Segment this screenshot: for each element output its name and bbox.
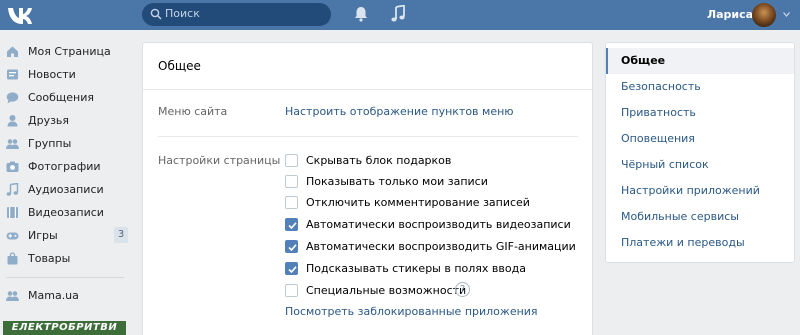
- home-icon: [7, 46, 18, 57]
- avatar[interactable]: [752, 3, 776, 27]
- menu-settings-label: Меню сайта: [158, 105, 228, 118]
- check-icon: [288, 222, 297, 230]
- settings-panel: Общее Меню сайта Настроить отображение п…: [142, 42, 593, 335]
- settings-tab-general[interactable]: Общее: [606, 48, 794, 74]
- checkbox[interactable]: [285, 284, 298, 297]
- sidebar-item-label: Фотографии: [28, 160, 101, 173]
- gamepad-icon: [6, 232, 19, 240]
- page-title: Общее: [158, 59, 201, 73]
- sidebar-item-mama-ua[interactable]: Mama.ua: [0, 284, 130, 307]
- checkbox-label: Отключить комментирование записей: [306, 196, 530, 209]
- search-placeholder: Поиск: [165, 7, 200, 20]
- search-input[interactable]: Поиск: [142, 3, 331, 26]
- people-icon: [6, 291, 19, 301]
- sidebar-item-groups[interactable]: Группы: [0, 132, 130, 155]
- sidebar-item-friends[interactable]: Друзья: [0, 109, 130, 132]
- search-icon: [150, 8, 162, 20]
- checkbox-label: Специальные возможности: [306, 284, 467, 297]
- check-icon: [288, 266, 297, 274]
- friends-icon: [7, 115, 18, 127]
- checkbox-label: Скрывать блок подарков: [306, 154, 452, 167]
- checkbox-label: Автоматически воспроизводить GIF-анимаци…: [306, 240, 576, 253]
- checkbox[interactable]: [285, 154, 298, 167]
- video-icon: [7, 207, 18, 218]
- settings-tab-app-settings[interactable]: Настройки приложений: [606, 178, 794, 204]
- sidebar-item-label: Видеозаписи: [28, 206, 104, 219]
- settings-tab-privacy[interactable]: Приватность: [606, 100, 794, 126]
- panel-header: Общее: [143, 43, 592, 90]
- camera-icon: [6, 161, 19, 172]
- promo-banner[interactable]: ЕЛЕКТРОБРИТВИ: [3, 321, 126, 335]
- sidebar-item-label: Аудиозаписи: [28, 183, 104, 196]
- checkbox-label: Показывать только мои записи: [306, 175, 488, 188]
- bag-icon: [7, 252, 18, 265]
- news-icon: [7, 69, 18, 80]
- settings-nav: Общее Безопасность Приватность Оповещени…: [605, 42, 795, 263]
- sidebar-item-label: Mama.ua: [28, 289, 79, 302]
- sidebar-item-goods[interactable]: Товары: [0, 247, 130, 270]
- checkbox[interactable]: [285, 218, 298, 231]
- sidebar-item-label: Новости: [28, 68, 76, 81]
- sidebar-item-video[interactable]: Видеозаписи: [0, 201, 130, 224]
- settings-tab-security[interactable]: Безопасность: [606, 74, 794, 100]
- sidebar-item-label: Друзья: [28, 114, 70, 127]
- sidebar-item-audio[interactable]: Аудиозаписи: [0, 178, 130, 201]
- top-bar: Поиск Лариса: [0, 0, 800, 30]
- page-settings-label: Настройки страницы: [158, 154, 281, 167]
- bell-icon[interactable]: [354, 6, 368, 22]
- settings-tab-notifications[interactable]: Оповещения: [606, 126, 794, 152]
- section-divider: [158, 136, 578, 137]
- blocked-apps-link[interactable]: Посмотреть заблокированные приложения: [285, 305, 538, 318]
- settings-tab-mobile-services[interactable]: Мобильные сервисы: [606, 204, 794, 230]
- check-icon: [288, 244, 297, 252]
- sidebar-divider: [6, 277, 124, 278]
- vk-logo-icon[interactable]: [6, 5, 34, 25]
- messages-icon: [6, 92, 19, 104]
- sidebar-item-label: Игры: [28, 229, 58, 242]
- sidebar-item-photos[interactable]: Фотографии: [0, 155, 130, 178]
- checkbox-label: Автоматически воспроизводить видеозаписи: [306, 218, 571, 231]
- sidebar-item-label: Моя Страница: [28, 45, 111, 58]
- checkbox[interactable]: [285, 262, 298, 275]
- checkbox-label: Подсказывать стикеры в полях ввода: [306, 262, 526, 275]
- help-icon[interactable]: ?: [455, 282, 470, 297]
- sidebar-item-games[interactable]: Игры 3: [0, 224, 130, 247]
- music-icon: [6, 183, 19, 196]
- sidebar-item-news[interactable]: Новости: [0, 63, 130, 86]
- checkbox[interactable]: [285, 175, 298, 188]
- groups-icon: [6, 139, 19, 149]
- sidebar-item-label: Товары: [28, 252, 71, 265]
- configure-menu-link[interactable]: Настроить отображение пунктов меню: [285, 105, 514, 118]
- sidebar-item-label: Группы: [28, 137, 72, 150]
- sidebar-nav: Моя Страница Новости Сообщения Друзья Гр…: [0, 40, 130, 307]
- sidebar-item-my-page[interactable]: Моя Страница: [0, 40, 130, 63]
- chevron-down-icon[interactable]: [783, 12, 790, 17]
- checkbox[interactable]: [285, 240, 298, 253]
- user-name[interactable]: Лариса: [707, 8, 753, 21]
- sidebar-item-messages[interactable]: Сообщения: [0, 86, 130, 109]
- settings-tab-payments[interactable]: Платежи и переводы: [606, 230, 794, 256]
- checkbox[interactable]: [285, 196, 298, 209]
- sidebar-item-label: Сообщения: [28, 91, 95, 104]
- music-note-icon[interactable]: [391, 5, 405, 23]
- settings-tab-blacklist[interactable]: Чёрный список: [606, 152, 794, 178]
- games-count-badge: 3: [114, 227, 128, 243]
